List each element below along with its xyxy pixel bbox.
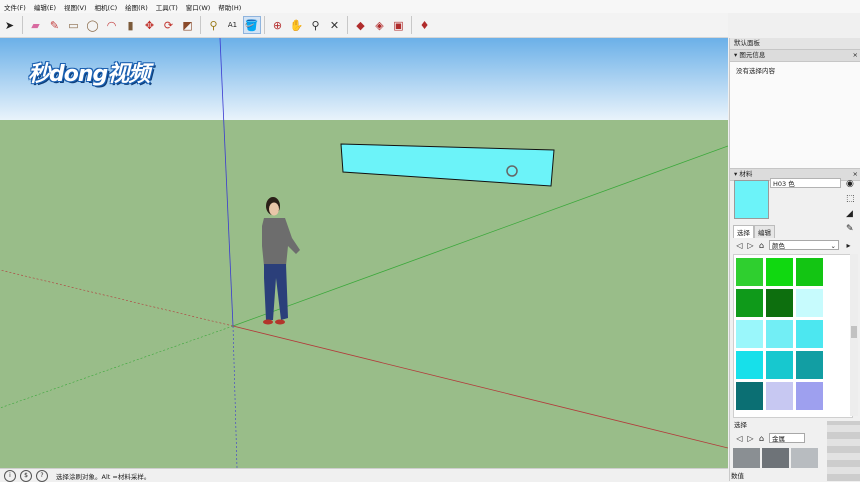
ruby-icon[interactable]: ♦ <box>416 16 434 34</box>
forward-icon[interactable]: ▷ <box>745 434 756 443</box>
toolbar-separator <box>347 16 348 34</box>
materials-title: 材料 <box>739 170 753 178</box>
watermark-logo: 秒dong视频 <box>28 62 150 87</box>
menu-item-5[interactable]: 工具(T) <box>152 2 182 12</box>
zoom-extents-icon[interactable]: ✕ <box>326 16 344 34</box>
menu-item-3[interactable]: 相机(C) <box>91 2 122 12</box>
material-swatch[interactable] <box>736 258 763 286</box>
back-icon[interactable]: ◁ <box>734 241 745 250</box>
scene-canvas[interactable] <box>0 38 728 468</box>
material-swatch[interactable] <box>796 382 823 410</box>
eyedropper-icon[interactable]: ✎ <box>846 224 854 234</box>
material-swatch[interactable] <box>796 320 823 348</box>
create-material-icon[interactable]: ⬚ <box>846 194 855 204</box>
material-swatch[interactable] <box>766 351 793 379</box>
toolbar-separator <box>22 16 23 34</box>
material-swatch[interactable] <box>766 320 793 348</box>
material-swatch[interactable] <box>796 351 823 379</box>
pixelated-overlay <box>827 421 860 481</box>
secondary-library-dropdown[interactable]: 金属 <box>769 433 805 443</box>
material-swatch[interactable] <box>766 258 793 286</box>
menu-item-0[interactable]: 文件(F) <box>0 2 30 12</box>
material-swatch[interactable] <box>766 382 793 410</box>
orbit-icon[interactable]: ⊕ <box>269 16 287 34</box>
material-swatch[interactable] <box>796 289 823 317</box>
back-icon[interactable]: ◁ <box>734 434 745 443</box>
entity-info-body: 没有选择内容 <box>730 62 860 168</box>
material-swatch[interactable] <box>736 289 763 317</box>
secondary-select-label: 选择 <box>734 421 747 429</box>
geolocation-icon[interactable]: $ <box>20 469 32 482</box>
tray-title: 默认面板 <box>730 38 860 49</box>
materials-tabs: 选择 编辑 <box>733 225 775 238</box>
rotate-icon[interactable]: ⟳ <box>160 16 178 34</box>
material-name-field[interactable]: H03 色 <box>770 178 841 188</box>
chevron-down-icon: ⌄ <box>830 242 836 250</box>
details-arrow-icon[interactable]: ▸ <box>843 241 854 250</box>
pan-icon[interactable]: ✋ <box>288 16 306 34</box>
help-icon[interactable]: ? <box>36 469 48 482</box>
toolbar-separator <box>411 16 412 34</box>
scale-icon[interactable]: ◩ <box>179 16 197 34</box>
circle-icon[interactable]: ◯ <box>84 16 102 34</box>
home-icon[interactable]: ⌂ <box>756 241 767 250</box>
library-dropdown[interactable]: 颜色 ⌄ <box>769 240 839 250</box>
menu-item-1[interactable]: 编辑(E) <box>30 2 60 12</box>
swatch-scrollbar[interactable] <box>850 254 858 416</box>
menu-item-7[interactable]: 帮助(H) <box>214 2 245 12</box>
default-tray: 默认面板 ▾ 图元信息 × 没有选择内容 ▾ 材料 × H03 色 ◉ ⬚ ◢ 选择… <box>729 38 860 481</box>
text-icon[interactable]: A1 <box>224 16 242 34</box>
material-swatch[interactable] <box>796 258 823 286</box>
pencil-icon[interactable]: ✎ <box>46 16 64 34</box>
warehouse-icon[interactable]: ◆ <box>352 16 370 34</box>
main-toolbar: ➤ ▰ ✎ ▭ ◯ ◠ ▮ ✥ ⟳ ◩ ⚲ A1 🪣 ⊕ ✋ ⚲ ✕ ◆ ◈ ▣… <box>0 13 728 38</box>
move-icon[interactable]: ✥ <box>141 16 159 34</box>
library-value: 颜色 <box>772 242 785 250</box>
menu-item-6[interactable]: 窗口(W) <box>182 2 215 12</box>
select-arrow-icon[interactable]: ➤ <box>1 16 19 34</box>
toolbar-separator <box>264 16 265 34</box>
rectangle-icon[interactable]: ▭ <box>65 16 83 34</box>
close-icon[interactable]: × <box>853 50 858 61</box>
scrollbar-thumb[interactable] <box>851 326 857 338</box>
secondary-library-value: 金属 <box>772 435 785 443</box>
toolbar-separator <box>200 16 201 34</box>
components-icon[interactable]: ◈ <box>371 16 389 34</box>
home-icon[interactable]: ⌂ <box>756 434 767 443</box>
eraser-icon[interactable]: ▰ <box>27 16 45 34</box>
entity-info-title: 图元信息 <box>739 51 766 59</box>
tab-select[interactable]: 选择 <box>733 225 754 238</box>
measurements-label: 数值 <box>731 472 744 480</box>
menu-item-2[interactable]: 视图(V) <box>60 2 91 12</box>
push-pull-icon[interactable]: ▮ <box>122 16 140 34</box>
paint-bucket-icon[interactable]: 🪣 <box>242 16 261 34</box>
entity-info-header[interactable]: ▾ 图元信息 × <box>730 49 860 62</box>
tape-measure-icon[interactable]: ⚲ <box>205 16 223 34</box>
display-secondary-icon[interactable]: ◉ <box>846 179 854 189</box>
material-swatch[interactable] <box>736 320 763 348</box>
info-icon[interactable]: i <box>4 469 16 482</box>
material-swatch[interactable] <box>762 448 789 468</box>
arc-icon[interactable]: ◠ <box>103 16 121 34</box>
material-swatch[interactable] <box>736 382 763 410</box>
menu-item-4[interactable]: 绘图(R) <box>121 2 152 12</box>
status-bar: i $ ? 选择涂刷对象。Alt =材料采样。 <box>0 468 728 482</box>
3d-viewport[interactable]: 秒dong视频 <box>0 38 728 468</box>
menu-bar: 文件(F) 编辑(E) 视图(V) 相机(C) 绘图(R) 工具(T) 窗口(W) 帮助(H) <box>0 0 860 13</box>
zoom-icon[interactable]: ⚲ <box>307 16 325 34</box>
library-nav: ◁ ▷ ⌂ 颜色 ⌄ ▸ <box>734 239 858 251</box>
current-material-swatch <box>734 180 769 219</box>
material-swatch[interactable] <box>736 351 763 379</box>
material-swatch[interactable] <box>791 448 818 468</box>
material-swatch[interactable] <box>733 448 760 468</box>
extension-icon[interactable]: ▣ <box>390 16 408 34</box>
material-swatch[interactable] <box>766 289 793 317</box>
default-material-icon[interactable]: ◢ <box>846 209 853 219</box>
status-text: 选择涂刷对象。Alt =材料采样。 <box>56 472 151 481</box>
tab-edit[interactable]: 编辑 <box>754 225 775 238</box>
forward-icon[interactable]: ▷ <box>745 241 756 250</box>
material-swatch-grid <box>733 254 853 418</box>
secondary-swatch-row <box>733 448 820 468</box>
